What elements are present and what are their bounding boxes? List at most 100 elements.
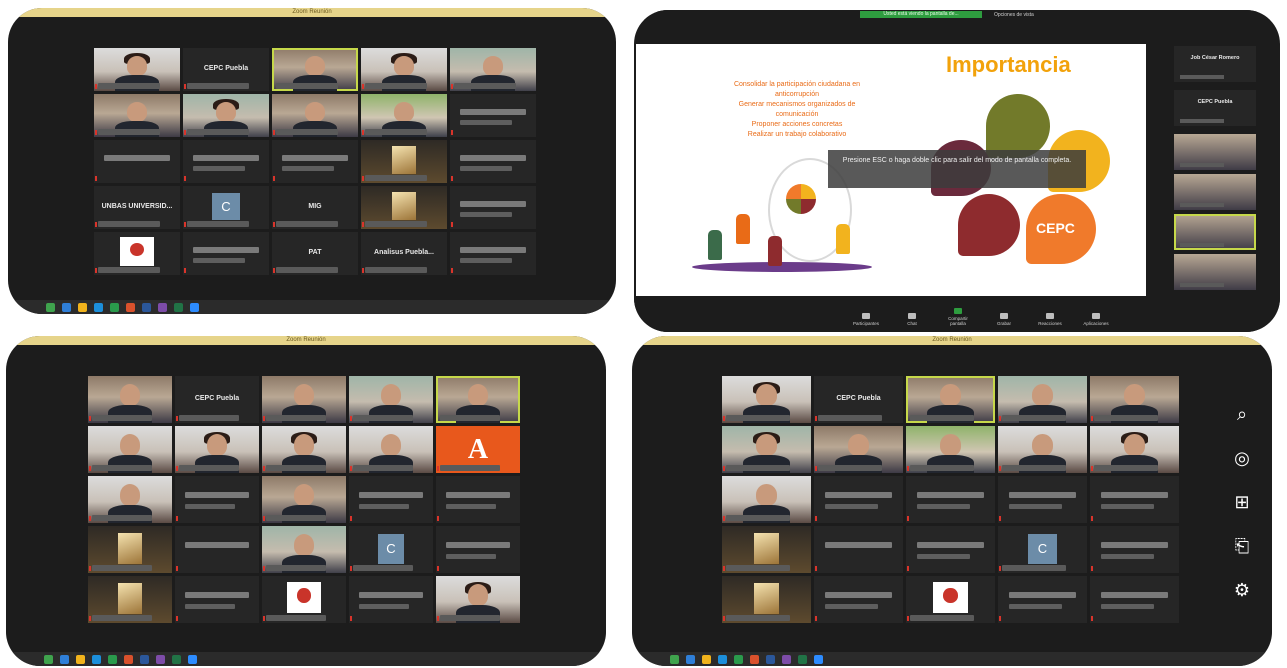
participant-tile[interactable]: CEPC Puebla: [1174, 90, 1256, 126]
participant-video[interactable]: [361, 94, 447, 137]
taskbar-app-icon[interactable]: [124, 654, 133, 664]
taskbar-app-icon[interactable]: [718, 654, 727, 664]
participant-avatar[interactable]: C: [998, 526, 1087, 573]
zoom-window-gallery-3[interactable]: Zoom Reunión CEPC Puebla C: [632, 336, 1272, 666]
participant-video[interactable]: [262, 376, 346, 423]
taskbar-app-icon[interactable]: [190, 302, 199, 312]
participant-tile[interactable]: [450, 94, 536, 137]
participant-video[interactable]: [1174, 174, 1256, 210]
participant-tile[interactable]: Analisus Puebla...: [361, 232, 447, 275]
participant-tile[interactable]: [906, 526, 995, 573]
participant-video[interactable]: [722, 426, 811, 473]
participant-video[interactable]: [361, 140, 447, 183]
participant-tile[interactable]: [906, 476, 995, 523]
participant-tile[interactable]: [998, 476, 1087, 523]
participant-video[interactable]: [436, 576, 520, 623]
participant-video[interactable]: [906, 426, 995, 473]
participant-video[interactable]: [349, 376, 433, 423]
participant-video[interactable]: [349, 426, 433, 473]
participant-avatar[interactable]: C: [349, 526, 433, 573]
active-speaker-video[interactable]: [906, 376, 995, 423]
participant-video[interactable]: [262, 476, 346, 523]
participant-tile[interactable]: [450, 140, 536, 183]
participant-video[interactable]: [814, 426, 903, 473]
participant-video[interactable]: [361, 48, 447, 91]
zoom-window-gallery-1[interactable]: Zoom Reunión CEPC Puebla UNBAS UNIVERSID…: [8, 8, 616, 314]
participant-tile[interactable]: Job César Romero: [1174, 46, 1256, 82]
participant-tile[interactable]: [814, 476, 903, 523]
participant-video[interactable]: [88, 576, 172, 623]
taskbar-app-icon[interactable]: [110, 302, 119, 312]
devices-icon[interactable]: ⎗: [1228, 532, 1256, 560]
participant-video[interactable]: [94, 94, 180, 137]
participant-video[interactable]: [88, 476, 172, 523]
chat-button[interactable]: Chat: [894, 313, 930, 326]
participant-tile[interactable]: CEPC Puebla: [183, 48, 269, 91]
participant-video[interactable]: [361, 186, 447, 229]
participant-avatar[interactable]: C: [183, 186, 269, 229]
participant-tile[interactable]: [349, 476, 433, 523]
participant-tile[interactable]: PAT: [272, 232, 358, 275]
taskbar-app-icon[interactable]: [44, 654, 53, 664]
participant-video[interactable]: [272, 94, 358, 137]
taskbar-app-icon[interactable]: [814, 654, 823, 664]
participant-logo-tile[interactable]: [262, 576, 346, 623]
participant-video[interactable]: [175, 426, 259, 473]
taskbar-app-icon[interactable]: [782, 654, 791, 664]
participant-tile[interactable]: [450, 186, 536, 229]
participant-video[interactable]: [88, 426, 172, 473]
participant-tile[interactable]: [1090, 476, 1179, 523]
taskbar-app-icon[interactable]: [750, 654, 759, 664]
taskbar-app-icon[interactable]: [174, 302, 183, 312]
participant-video[interactable]: [450, 48, 536, 91]
participant-video[interactable]: [998, 426, 1087, 473]
apps-button[interactable]: Aplicaciones: [1078, 313, 1114, 326]
participant-video[interactable]: [94, 48, 180, 91]
taskbar-app-icon[interactable]: [702, 654, 711, 664]
participant-video[interactable]: [88, 526, 172, 573]
participant-tile[interactable]: CEPC Puebla: [175, 376, 259, 423]
participant-tile[interactable]: [183, 140, 269, 183]
active-speaker-video[interactable]: [1174, 214, 1256, 250]
taskbar-app-icon[interactable]: [92, 654, 101, 664]
search-icon[interactable]: ⌕: [1228, 400, 1256, 428]
participant-logo-tile[interactable]: [94, 232, 180, 275]
taskbar-app-icon[interactable]: [766, 654, 775, 664]
taskbar-app-icon[interactable]: [60, 654, 69, 664]
participant-tile[interactable]: [175, 576, 259, 623]
taskbar-app-icon[interactable]: [798, 654, 807, 664]
zoom-window-gallery-2[interactable]: Zoom Reunión CEPC Puebla A C: [6, 336, 606, 666]
sharing-banner[interactable]: Usted está viendo la pantalla de...: [860, 11, 982, 18]
taskbar-app-icon[interactable]: [172, 654, 181, 664]
participant-video[interactable]: [1174, 254, 1256, 290]
view-options[interactable]: Opciones de vista: [994, 10, 1034, 20]
participant-video[interactable]: [1090, 376, 1179, 423]
taskbar-app-icon[interactable]: [126, 302, 135, 312]
reactions-button[interactable]: Reacciones: [1032, 313, 1068, 326]
participant-video[interactable]: [1090, 426, 1179, 473]
participant-tile[interactable]: UNBAS UNIVERSID...: [94, 186, 180, 229]
active-speaker-video[interactable]: [272, 48, 358, 91]
settings-icon[interactable]: ⚙: [1228, 576, 1256, 604]
participant-tile[interactable]: [94, 140, 180, 183]
participant-video[interactable]: [722, 376, 811, 423]
participant-tile[interactable]: [183, 232, 269, 275]
participant-video[interactable]: [88, 376, 172, 423]
participant-video[interactable]: [1174, 134, 1256, 170]
taskbar-app-icon[interactable]: [108, 654, 117, 664]
taskbar-app-icon[interactable]: [46, 302, 55, 312]
record-button[interactable]: Grabar: [986, 313, 1022, 326]
participant-tile[interactable]: [1090, 576, 1179, 623]
participants-button[interactable]: Participantes: [848, 313, 884, 326]
taskbar-app-icon[interactable]: [188, 654, 197, 664]
taskbar-app-icon[interactable]: [76, 654, 85, 664]
participant-video[interactable]: [722, 526, 811, 573]
participant-tile[interactable]: [175, 526, 259, 573]
share-icon[interactable]: ◎: [1228, 444, 1256, 472]
taskbar-app-icon[interactable]: [140, 654, 149, 664]
taskbar-app-icon[interactable]: [94, 302, 103, 312]
participant-avatar[interactable]: A: [436, 426, 520, 473]
taskbar-app-icon[interactable]: [142, 302, 151, 312]
active-speaker-video[interactable]: [436, 376, 520, 423]
zoom-window-presentation[interactable]: Usted está viendo la pantalla de... Opci…: [634, 10, 1280, 332]
